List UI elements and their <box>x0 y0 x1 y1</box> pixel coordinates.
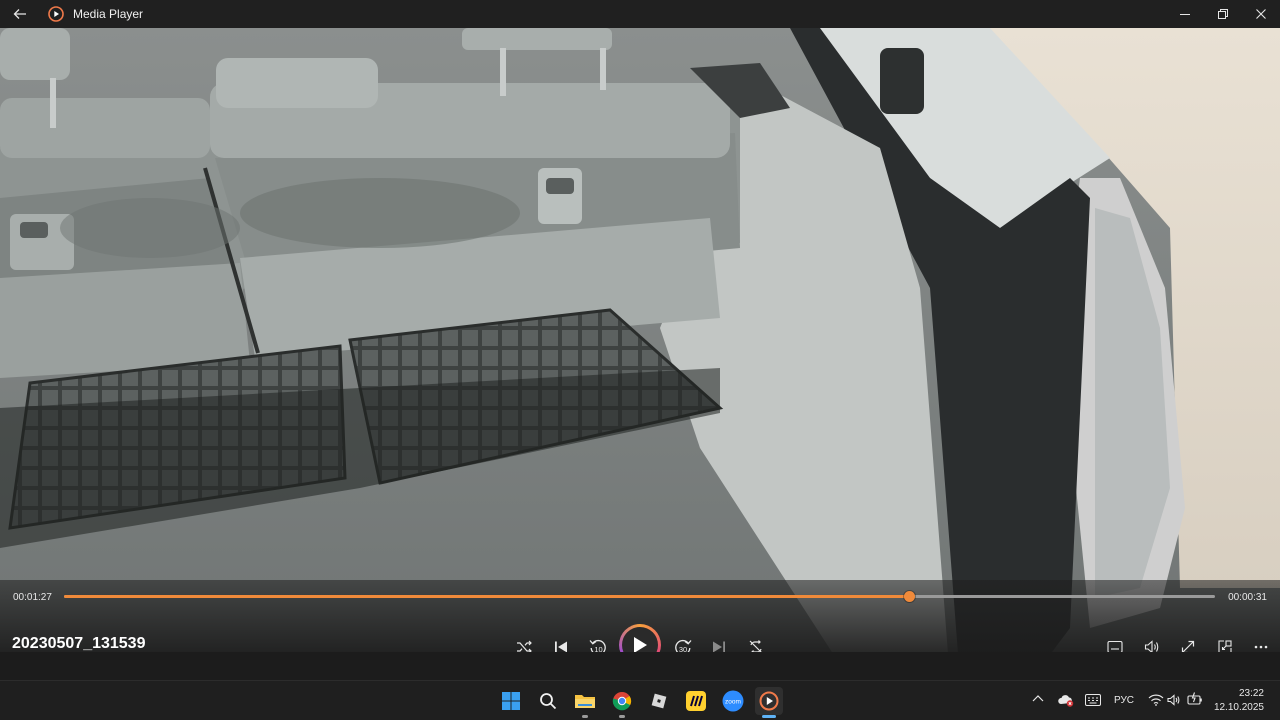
clock-time: 23:22 <box>1238 688 1264 699</box>
restore-icon <box>1218 9 1228 19</box>
taskbar-miro[interactable] <box>682 687 710 715</box>
system-clock[interactable]: 23:22 12.10.2025 <box>1214 687 1264 715</box>
running-indicator <box>582 715 588 718</box>
player-controls: 00:01:27 00:00:31 20230507_131539 10 30 <box>0 580 1280 666</box>
chrome-icon <box>612 692 632 711</box>
wifi-icon <box>1148 694 1164 706</box>
player-bottom-band <box>0 652 1280 680</box>
clock-date: 12.10.2025 <box>1213 702 1264 713</box>
seek-bar[interactable] <box>64 591 1215 602</box>
title-bar: Media Player <box>0 0 1280 28</box>
media-player-icon <box>759 691 779 711</box>
close-icon <box>1256 9 1266 19</box>
roblox-icon <box>651 693 667 709</box>
media-title: 20230507_131539 <box>12 635 146 652</box>
restore-button[interactable] <box>1204 0 1242 28</box>
miro-icon <box>686 691 706 711</box>
back-button[interactable] <box>0 0 40 28</box>
taskbar: zoom РУС 23:22 12.10.2025 <box>0 680 1280 720</box>
taskbar-chrome[interactable] <box>608 687 636 718</box>
back-arrow-icon <box>13 9 26 19</box>
windows-start-icon <box>502 692 520 710</box>
tray-volume[interactable] <box>1167 694 1181 706</box>
cloud-error-icon <box>1058 695 1074 707</box>
taskbar-file-explorer[interactable] <box>571 687 599 718</box>
duration-time: 00:00:31 <box>1228 592 1267 603</box>
tray-network[interactable] <box>1148 694 1164 706</box>
speaker-icon <box>1167 694 1180 706</box>
taskbar-roblox[interactable] <box>645 687 673 715</box>
zoom-icon: zoom <box>722 690 744 712</box>
input-language[interactable]: РУС <box>1114 695 1134 706</box>
keyboard-icon <box>1085 694 1101 706</box>
current-time: 00:01:27 <box>13 592 52 603</box>
zoom-label: zoom <box>725 699 741 706</box>
minimize-icon <box>1180 14 1190 15</box>
window-title: Media Player <box>73 7 144 21</box>
start-button[interactable] <box>497 687 525 715</box>
file-explorer-icon <box>575 695 595 708</box>
window-controls <box>1166 0 1280 28</box>
seek-bar-progress <box>64 595 909 598</box>
taskbar-zoom[interactable]: zoom <box>719 687 747 715</box>
search-icon <box>540 693 557 710</box>
seek-bar-thumb[interactable] <box>903 591 915 602</box>
more-icon <box>1254 645 1268 649</box>
running-indicator <box>619 715 625 718</box>
tray-cloud-error[interactable] <box>1058 693 1074 707</box>
media-player-app-icon <box>48 6 64 22</box>
search-button[interactable] <box>534 687 562 715</box>
chevron-up-icon <box>1032 695 1044 702</box>
show-hidden-icons-button[interactable] <box>1032 694 1044 702</box>
battery-charging-icon <box>1187 692 1202 705</box>
tray-battery[interactable] <box>1187 692 1203 706</box>
taskbar-media-player[interactable] <box>755 687 783 718</box>
tray-keyboard[interactable] <box>1085 694 1101 706</box>
active-indicator <box>762 715 776 718</box>
minimize-button[interactable] <box>1166 0 1204 28</box>
close-button[interactable] <box>1242 0 1280 28</box>
